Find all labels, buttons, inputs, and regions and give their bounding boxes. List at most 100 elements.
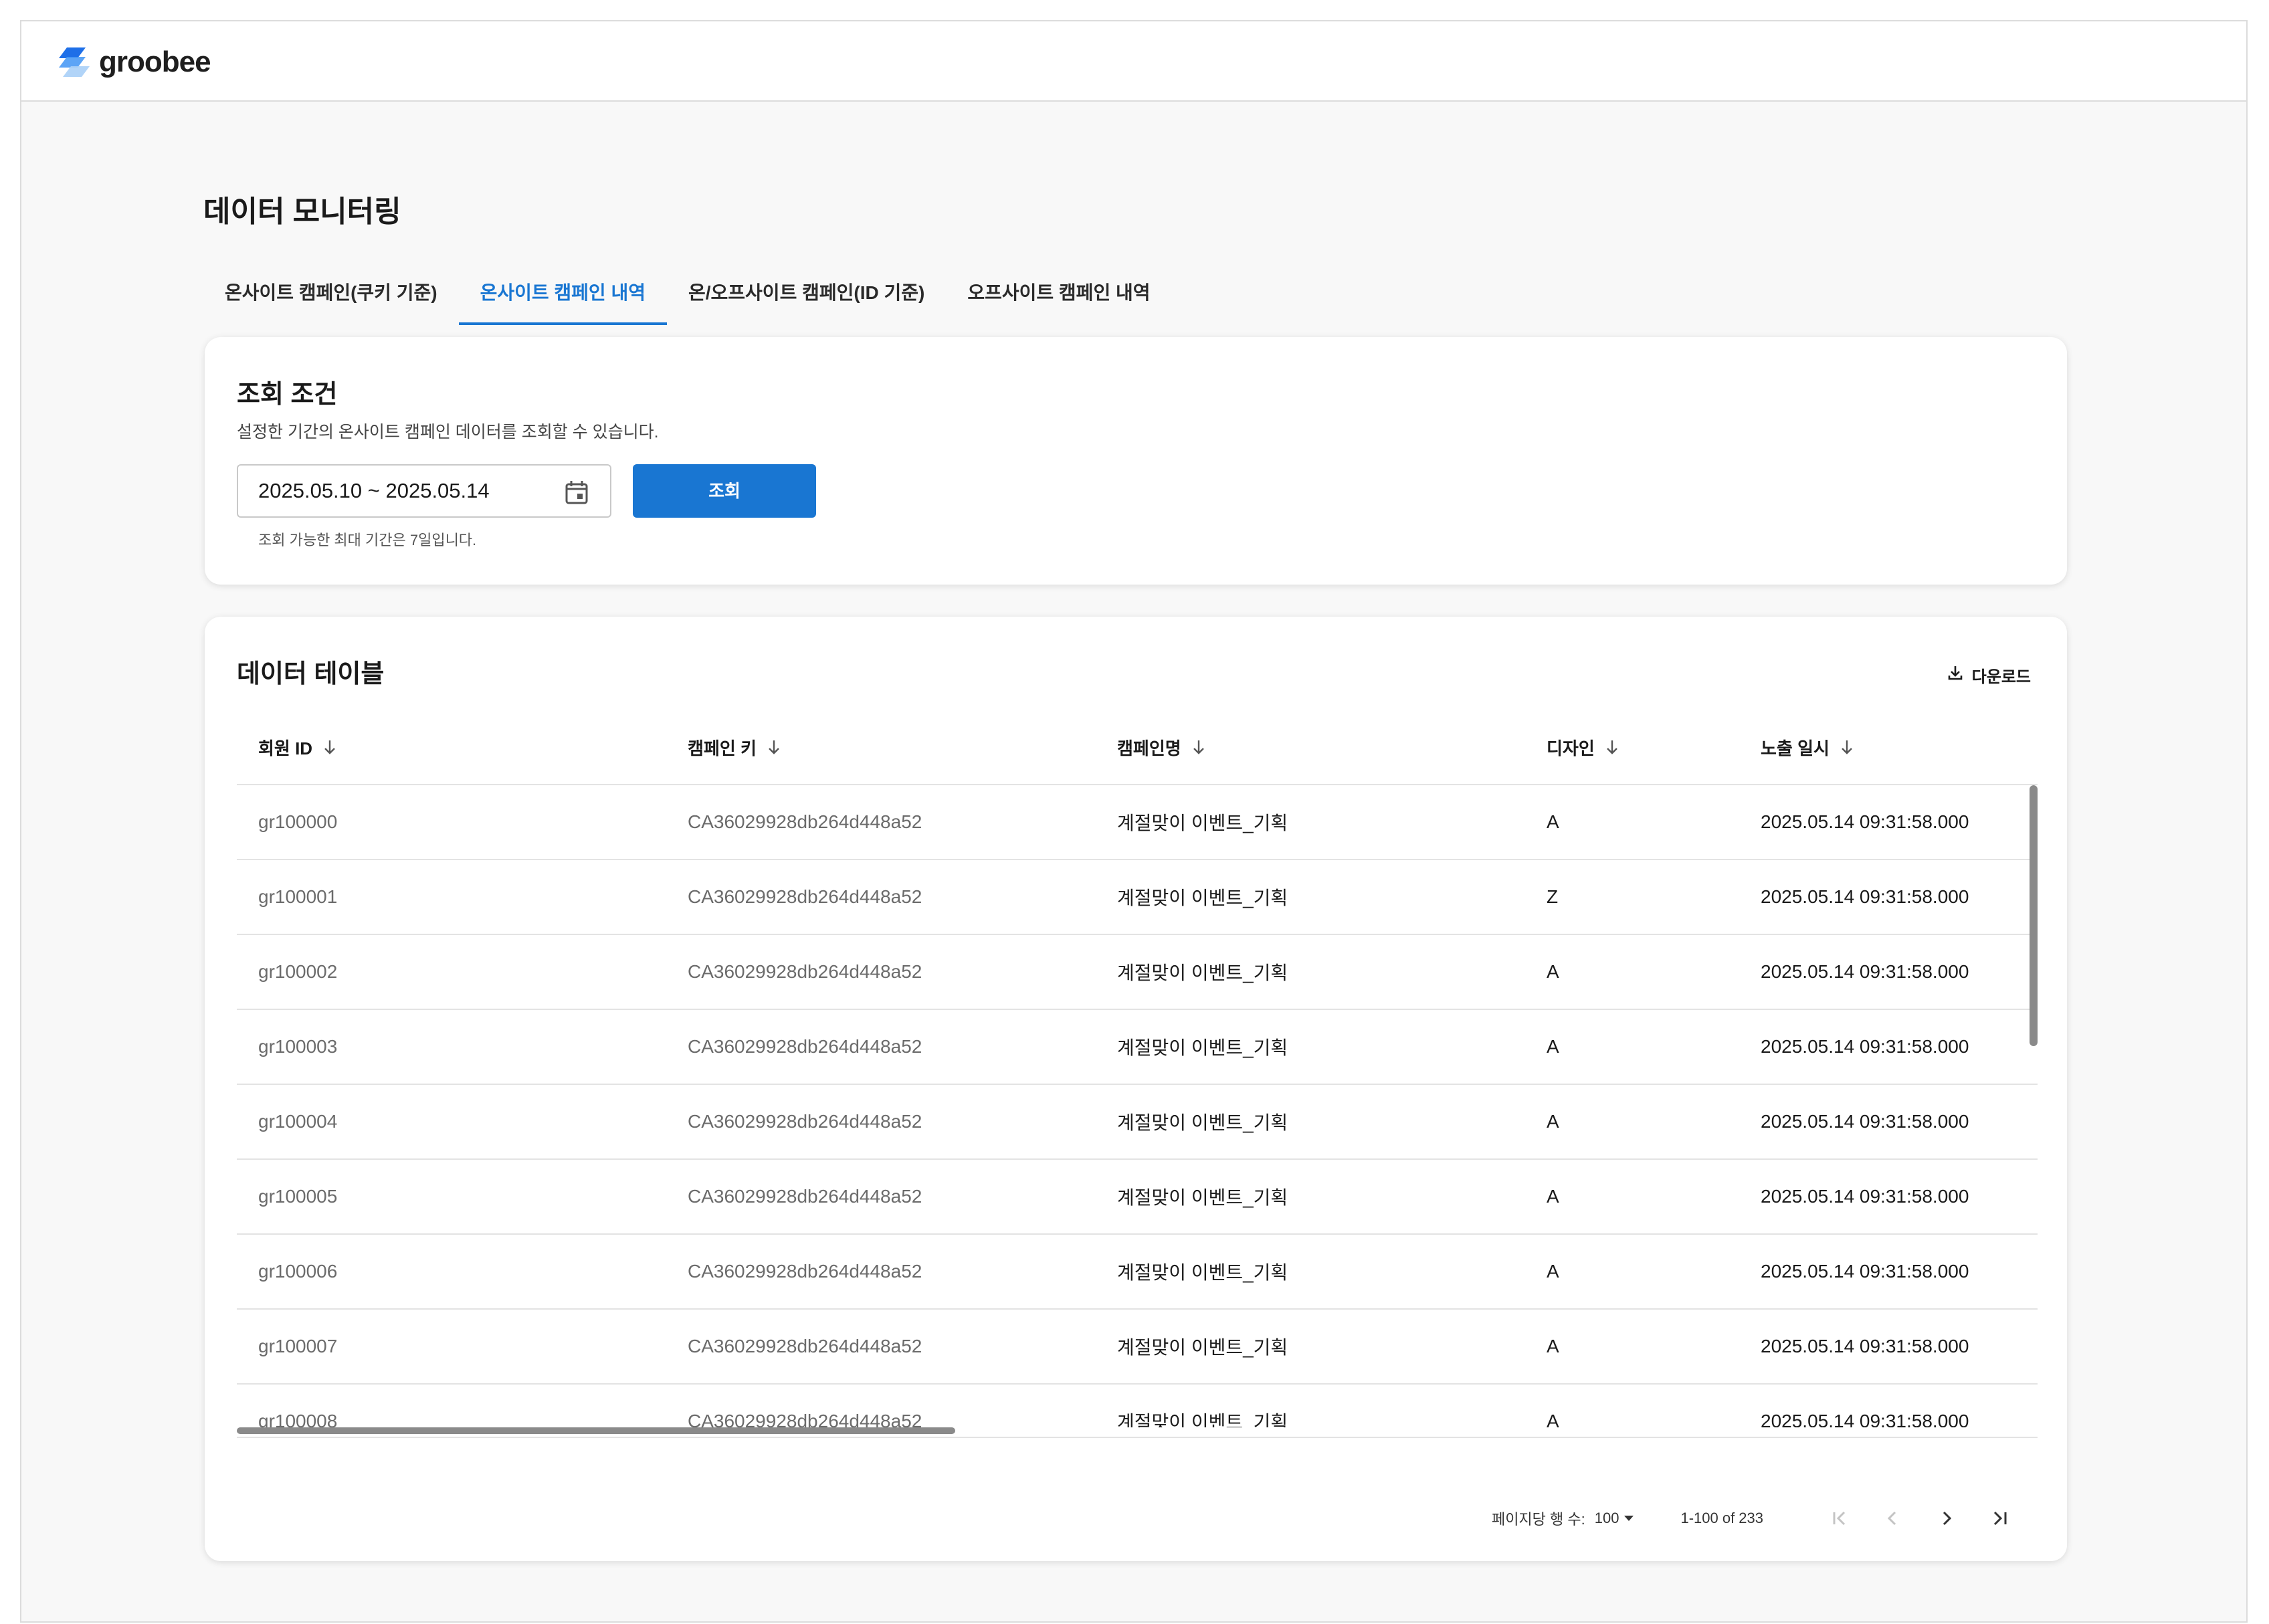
cell-campaign-key: CA36029928db264d448a52 — [688, 1186, 922, 1207]
column-header-campaign-key[interactable]: 캠페인 키 — [666, 710, 1096, 784]
cell-member-id: gr100000 — [258, 811, 338, 832]
chevron-right-icon — [1943, 1511, 1952, 1526]
cell-design: A — [1547, 1261, 1559, 1282]
sort-arrow-down-icon[interactable] — [322, 738, 338, 756]
cell-member-id: gr100004 — [258, 1111, 338, 1132]
chevron-left-icon — [1887, 1511, 1896, 1526]
data-table-title: 데이터 테이블 — [237, 660, 385, 688]
cell-member-id: gr100003 — [258, 1036, 338, 1057]
cell-exposure-time: 2025.05.14 09:31:58.000 — [1761, 1036, 1969, 1057]
cell-campaign-name: 계절맞이 이벤트_기획 — [1117, 888, 1288, 908]
tab-onsite-history[interactable]: 온사이트 캠페인 내역 — [458, 262, 667, 325]
cell-campaign-name: 계절맞이 이벤트_기획 — [1117, 1412, 1288, 1427]
horizontal-scrollbar-track[interactable] — [237, 1427, 2038, 1438]
logo-text: groobee — [99, 45, 211, 78]
table-row[interactable]: gr100006 CA36029928db264d448a52 계절맞이 이벤트… — [237, 1235, 2038, 1310]
cell-campaign-name: 계절맞이 이벤트_기획 — [1117, 813, 1288, 833]
cell-campaign-name: 계절맞이 이벤트_기획 — [1117, 1037, 1288, 1058]
download-icon — [1947, 664, 1972, 686]
cell-exposure-time: 2025.05.14 09:31:58.000 — [1761, 961, 1969, 982]
cell-design: A — [1547, 811, 1559, 832]
pagination: 페이지당 행 수: 100 1-100 of 233 — [1492, 1500, 2027, 1537]
download-label: 다운로드 — [1971, 668, 2031, 686]
tab-bar: 온사이트 캠페인(쿠키 기준) 온사이트 캠페인 내역 온/오프사이트 캠페인(… — [203, 262, 1172, 325]
tab-offsite-history[interactable]: 오프사이트 캠페인 내역 — [946, 262, 1171, 325]
next-page-button[interactable] — [1920, 1500, 1973, 1537]
cell-design: A — [1547, 1411, 1559, 1427]
cell-member-id: gr100006 — [258, 1261, 338, 1282]
table-row[interactable]: gr100000 CA36029928db264d448a52 계절맞이 이벤트… — [237, 785, 2038, 860]
cell-campaign-name: 계절맞이 이벤트_기획 — [1117, 1112, 1288, 1133]
cell-campaign-key: CA36029928db264d448a52 — [688, 1336, 922, 1356]
page-range: 1-100 of 233 — [1680, 1510, 1763, 1526]
cell-member-id: gr100007 — [258, 1336, 338, 1356]
column-header-campaign-name[interactable]: 캠페인명 — [1096, 710, 1525, 784]
prev-page-button[interactable] — [1866, 1500, 1920, 1537]
groobee-logo-icon — [58, 46, 92, 78]
horizontal-scrollbar-thumb[interactable] — [237, 1427, 955, 1434]
column-header-member-id[interactable]: 회원 ID — [237, 710, 666, 784]
table-header: 회원 ID 캠페인 키 캠페인명 디자인 노출 일시 — [237, 710, 2038, 785]
cell-campaign-name: 계절맞이 이벤트_기획 — [1117, 1337, 1288, 1358]
cell-campaign-name: 계절맞이 이벤트_기획 — [1117, 1262, 1288, 1283]
sort-arrow-down-icon[interactable] — [1604, 738, 1620, 756]
rows-per-page-value: 100 — [1594, 1510, 1619, 1526]
query-description: 설정한 기간의 온사이트 캠페인 데이터를 조회할 수 있습니다. — [237, 423, 659, 441]
table-row[interactable]: gr100002 CA36029928db264d448a52 계절맞이 이벤트… — [237, 935, 2038, 1010]
cell-exposure-time: 2025.05.14 09:31:58.000 — [1761, 1261, 1969, 1282]
date-range-value: 2025.05.10 ~ 2025.05.14 — [258, 479, 490, 502]
calendar-icon[interactable] — [563, 479, 590, 506]
cell-exposure-time: 2025.05.14 09:31:58.000 — [1761, 811, 1969, 832]
download-button[interactable]: 다운로드 — [1947, 664, 2031, 687]
cell-campaign-key: CA36029928db264d448a52 — [688, 1261, 922, 1282]
tab-on-offsite-id[interactable]: 온/오프사이트 캠페인(ID 기준) — [667, 262, 946, 325]
last-page-icon — [1993, 1511, 2007, 1526]
top-bar: groobee — [21, 21, 2246, 102]
date-range-hint: 조회 가능한 최대 기간은 7일입니다. — [258, 532, 477, 548]
cell-campaign-key: CA36029928db264d448a52 — [688, 1111, 922, 1132]
query-button[interactable]: 조회 — [633, 464, 816, 518]
sort-arrow-down-icon[interactable] — [766, 738, 782, 756]
page-title: 데이터 모니터링 — [203, 195, 401, 228]
data-table-card: 데이터 테이블 다운로드 회원 ID 캠페인 키 캠페인명 디자인 노출 일시 … — [205, 617, 2067, 1561]
cell-design: A — [1547, 1336, 1559, 1356]
cell-exposure-time: 2025.05.14 09:31:58.000 — [1761, 1186, 1969, 1207]
cell-design: A — [1547, 1111, 1559, 1132]
cell-campaign-name: 계절맞이 이벤트_기획 — [1117, 1187, 1288, 1208]
first-page-icon — [1833, 1511, 1846, 1526]
cell-exposure-time: 2025.05.14 09:31:58.000 — [1761, 886, 1969, 907]
app-frame: groobee 데이터 모니터링 온사이트 캠페인(쿠키 기준) 온사이트 캠페… — [20, 20, 2248, 1623]
vertical-scrollbar[interactable] — [2030, 785, 2038, 1046]
sort-arrow-down-icon[interactable] — [1839, 738, 1855, 756]
logo[interactable]: groobee — [58, 45, 211, 79]
first-page-button[interactable] — [1813, 1500, 1866, 1537]
table-row[interactable]: gr100008 CA36029928db264d448a52 계절맞이 이벤트… — [237, 1385, 2038, 1427]
tab-onsite-cookie[interactable]: 온사이트 캠페인(쿠키 기준) — [203, 262, 459, 325]
query-title: 조회 조건 — [237, 381, 338, 409]
cell-campaign-key: CA36029928db264d448a52 — [688, 886, 922, 907]
table-body[interactable]: gr100000 CA36029928db264d448a52 계절맞이 이벤트… — [237, 785, 2038, 1427]
rows-per-page-select[interactable]: 100 — [1595, 1510, 1637, 1527]
table-row[interactable]: gr100007 CA36029928db264d448a52 계절맞이 이벤트… — [237, 1310, 2038, 1385]
cell-member-id: gr100008 — [258, 1411, 338, 1427]
data-table: 회원 ID 캠페인 키 캠페인명 디자인 노출 일시 gr100000 CA36… — [237, 710, 2038, 1438]
table-row[interactable]: gr100001 CA36029928db264d448a52 계절맞이 이벤트… — [237, 860, 2038, 935]
cell-exposure-time: 2025.05.14 09:31:58.000 — [1761, 1111, 1969, 1132]
cell-exposure-time: 2025.05.14 09:31:58.000 — [1761, 1411, 1969, 1427]
cell-exposure-time: 2025.05.14 09:31:58.000 — [1761, 1336, 1969, 1356]
table-row[interactable]: gr100005 CA36029928db264d448a52 계절맞이 이벤트… — [237, 1160, 2038, 1235]
cell-campaign-key: CA36029928db264d448a52 — [688, 811, 922, 832]
cell-member-id: gr100001 — [258, 886, 338, 907]
cell-design: A — [1547, 1036, 1559, 1057]
sort-arrow-down-icon[interactable] — [1191, 738, 1207, 756]
column-header-design[interactable]: 디자인 — [1525, 710, 1739, 784]
query-card: 조회 조건 설정한 기간의 온사이트 캠페인 데이터를 조회할 수 있습니다. … — [205, 337, 2067, 585]
table-row[interactable]: gr100003 CA36029928db264d448a52 계절맞이 이벤트… — [237, 1010, 2038, 1085]
last-page-button[interactable] — [1973, 1500, 2027, 1537]
cell-design: A — [1547, 961, 1559, 982]
rows-per-page-label: 페이지당 행 수: — [1491, 1511, 1585, 1528]
column-header-exposure-time[interactable]: 노출 일시 — [1739, 710, 2038, 784]
table-row[interactable]: gr100004 CA36029928db264d448a52 계절맞이 이벤트… — [237, 1085, 2038, 1160]
cell-campaign-key: CA36029928db264d448a52 — [688, 1411, 922, 1427]
date-range-field[interactable]: 2025.05.10 ~ 2025.05.14 — [237, 464, 611, 518]
